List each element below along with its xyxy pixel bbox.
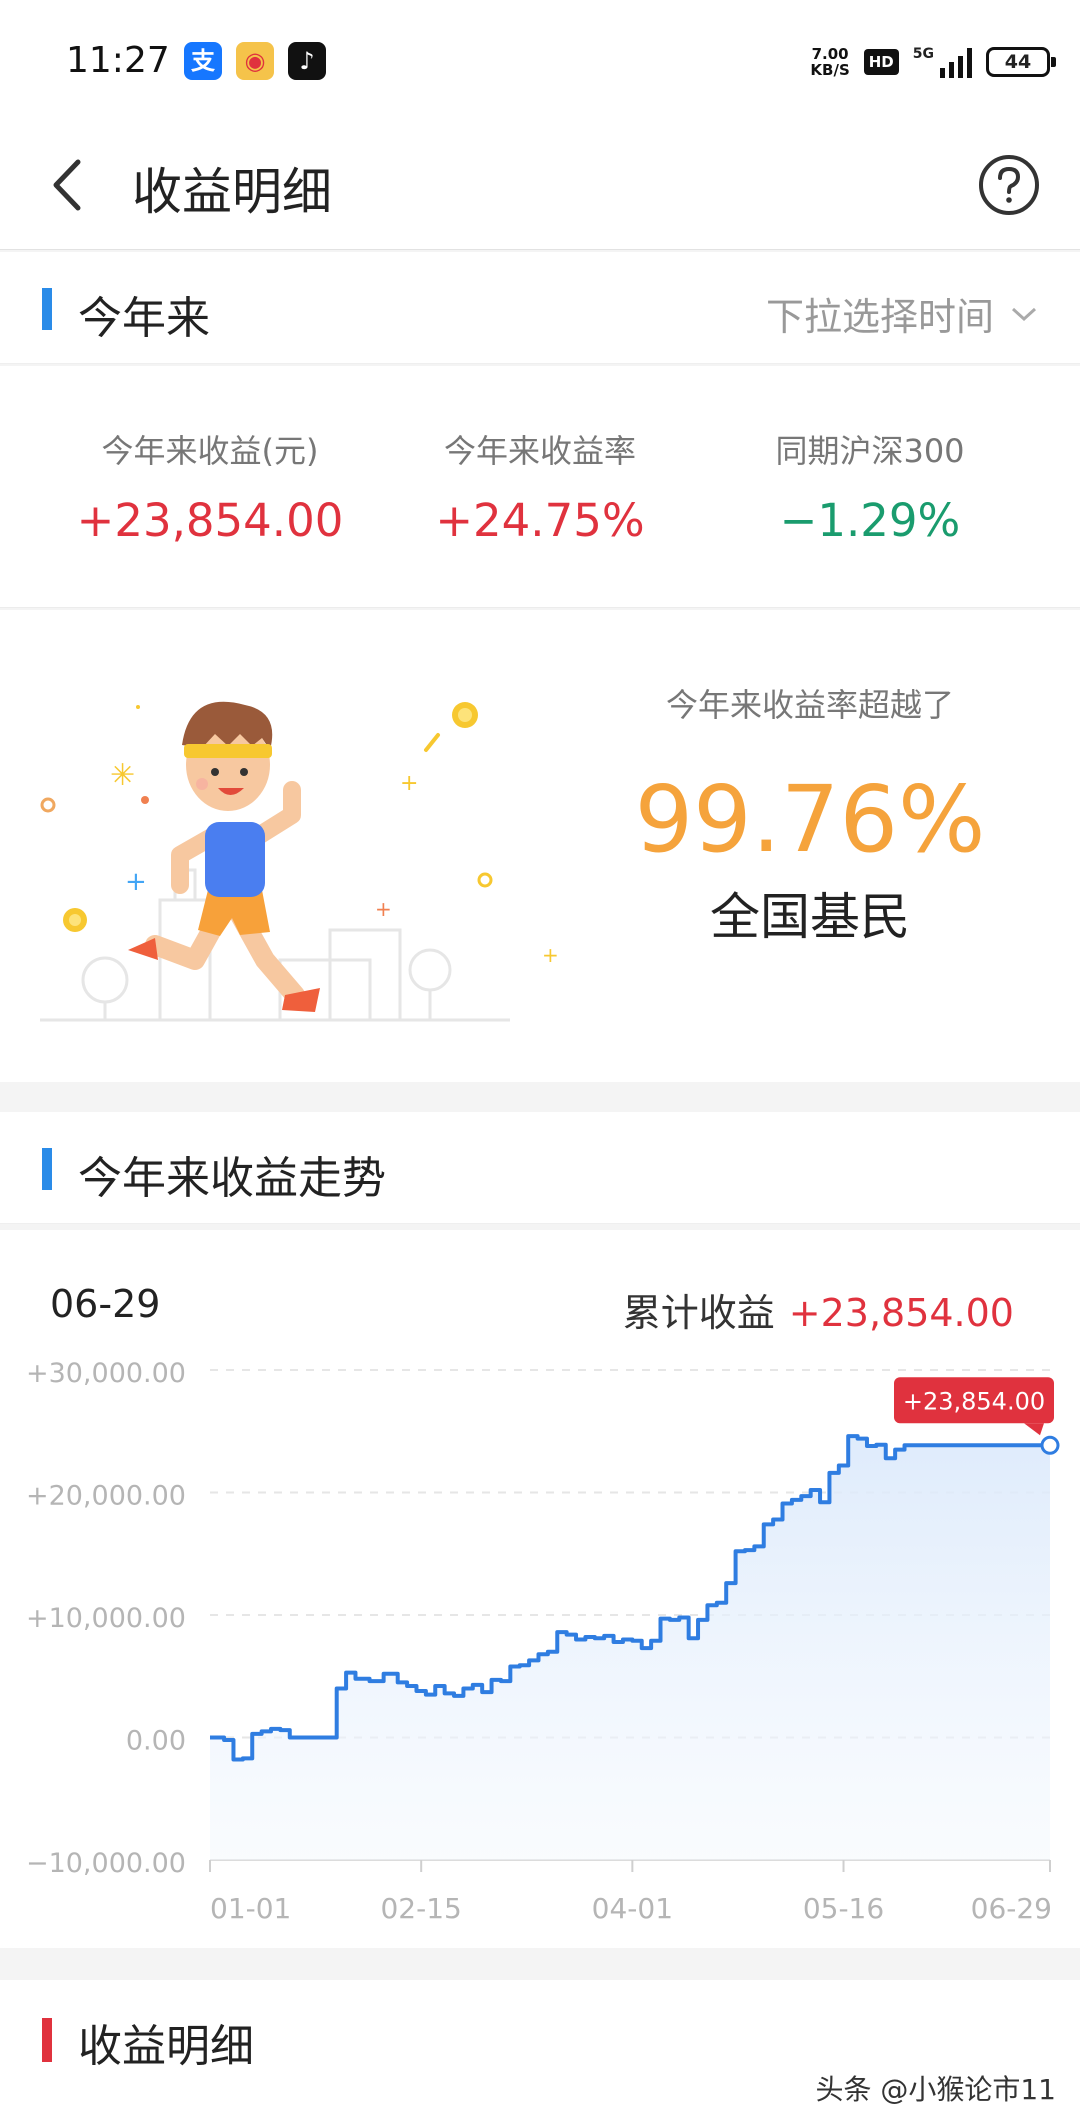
- callout-label: +23,854.00: [903, 1387, 1045, 1415]
- svg-text:+: +: [400, 771, 418, 796]
- svg-text:+: +: [125, 867, 147, 897]
- stat-label: 今年来收益率: [443, 432, 636, 470]
- stat-value: +24.75%: [435, 494, 645, 547]
- section-accent-bar: [42, 2018, 52, 2062]
- x-tick-label: 05-16: [803, 1892, 884, 1925]
- net-speed: 7.00 KB/S: [810, 46, 849, 78]
- stat-ytd-income: 今年来收益(元) +23,854.00: [30, 426, 390, 547]
- net-speed-unit: KB/S: [810, 61, 850, 79]
- series-endpoint: [1040, 1435, 1060, 1455]
- rank-percent: 99.76%: [634, 766, 986, 873]
- help-icon[interactable]: [978, 154, 1040, 216]
- stat-label: 今年来收益(元): [101, 432, 319, 470]
- chevron-down-icon: [1011, 307, 1037, 321]
- svg-text:✳: ✳: [110, 758, 135, 793]
- rank-card: + + + + ✳ 今年来收益率超越了 99.76% 全国基民: [0, 610, 1080, 1082]
- watermark-text: 头条 @小猴论市11: [815, 2073, 1056, 2106]
- trend-title: 今年来收益走势: [78, 1153, 386, 1204]
- chart-canvas: +30,000.00 +20,000.00 +10,000.00 0.00 −10,00…: [26, 1358, 1060, 1925]
- watermark: 头条 @小猴论市11: [815, 2068, 1056, 2108]
- hd-icon: HD: [863, 49, 899, 75]
- back-icon[interactable]: [44, 150, 94, 220]
- trend-header: 今年来收益走势: [0, 1112, 1080, 1224]
- net-speed-value: 7.00: [811, 45, 849, 63]
- alipay-icon: 支: [184, 42, 222, 80]
- stat-ytd-rate: 今年来收益率 +24.75%: [360, 426, 720, 547]
- series-area: [210, 1436, 1050, 1860]
- rank-target: 全国基民: [710, 888, 910, 946]
- section-accent-bar: [42, 288, 52, 330]
- rank-caption: 今年来收益率超越了: [665, 686, 954, 724]
- svg-text:+: +: [375, 897, 392, 921]
- rank-summary: 今年来收益率超越了 99.76% 全国基民: [620, 680, 1000, 949]
- callout-pointer: [1024, 1423, 1044, 1436]
- status-bar: 11:27 支 ◉ ♪ 7.00 KB/S HD 5G 44: [0, 0, 1080, 120]
- runner-illustration: + + + + ✳: [40, 701, 559, 1022]
- stat-value: −1.29%: [779, 494, 961, 547]
- x-tick-label: 04-01: [592, 1892, 673, 1925]
- period-header: 今年来 下拉选择时间: [0, 252, 1080, 364]
- x-tick-label: 06-29: [971, 1892, 1052, 1925]
- stat-hs300: 同期沪深300 −1.29%: [690, 426, 1050, 547]
- signal-icon: 5G: [913, 46, 972, 78]
- trend-chart[interactable]: 06-29 累计收益 +23,854.00 +30,000.00 +20,000.0…: [0, 1230, 1080, 1948]
- weibo-icon: ◉: [236, 42, 274, 80]
- stat-value: +23,854.00: [76, 494, 344, 547]
- status-indicators: 7.00 KB/S HD 5G 44: [810, 40, 1056, 84]
- status-time: 11:27: [66, 40, 170, 81]
- period-select-label: 下拉选择时间: [765, 295, 994, 339]
- tiktok-icon: ♪: [288, 42, 326, 80]
- stats-row: 今年来收益(元) +23,854.00 今年来收益率 +24.75% 同期沪深3…: [0, 366, 1080, 608]
- stat-label: 同期沪深300: [775, 432, 965, 470]
- x-tick-label: 01-01: [210, 1892, 291, 1925]
- detail-title: 收益明细: [78, 2021, 254, 2072]
- y-tick-label: −10,000.00: [26, 1848, 186, 1879]
- y-tick-label: +20,000.00: [26, 1481, 186, 1512]
- x-tick-label: 02-15: [380, 1892, 461, 1925]
- y-tick-label: +10,000.00: [26, 1603, 186, 1634]
- period-select[interactable]: 下拉选择时间: [766, 286, 1038, 341]
- battery-icon: 44: [986, 47, 1056, 77]
- section-accent-bar: [42, 1148, 52, 1190]
- svg-text:+: +: [542, 943, 559, 967]
- y-tick-label: 0.00: [126, 1726, 186, 1757]
- nav-bar: 收益明细: [0, 120, 1080, 250]
- network-type: 5G: [912, 46, 934, 62]
- period-title: 今年来: [78, 293, 210, 344]
- y-tick-label: +30,000.00: [26, 1358, 186, 1389]
- page-title: 收益明细: [132, 163, 332, 221]
